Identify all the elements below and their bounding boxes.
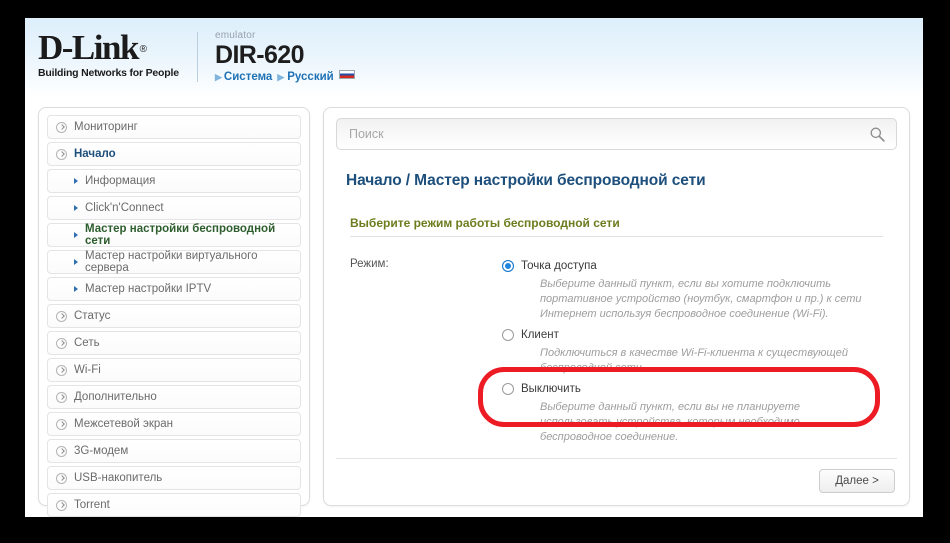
circle-chevron-icon: [56, 337, 67, 349]
triangle-right-icon: [74, 286, 78, 292]
sidebar-item-advanced[interactable]: Дополнительно: [47, 385, 301, 409]
content-panel: Поиск Начало / Мастер настройки беспрово…: [323, 107, 910, 506]
header-divider: [197, 32, 198, 82]
mode-form-row: Режим: Точка доступа Выберите данный пун…: [336, 257, 897, 445]
link-language[interactable]: Русский: [287, 71, 333, 83]
circle-chevron-icon: [56, 472, 67, 484]
sidebar-item-label: Torrent: [74, 499, 110, 511]
sidebar-item-label: Статус: [74, 310, 111, 322]
sidebar-item-label: Wi-Fi: [74, 364, 101, 376]
sidebar-item-label: Начало: [74, 148, 116, 160]
circle-chevron-icon: [56, 499, 67, 511]
sidebar-item-label: Мастер настройки IPTV: [85, 283, 212, 295]
option-label: Выключить: [521, 382, 581, 395]
sidebar-item-label: Мониторинг: [74, 121, 138, 133]
option-disable[interactable]: Выключить Выберите данный пункт, если вы…: [502, 380, 897, 445]
circle-chevron-icon: [56, 148, 67, 160]
caret-right-icon-2: ▶: [277, 72, 285, 82]
sidebar-item-label: Межсетевой экран: [74, 418, 174, 430]
sidebar-item-label: Мастер настройки виртуального сервера: [85, 250, 258, 274]
sidebar-item-virtual-server-wizard[interactable]: Мастер настройки виртуального сервера: [47, 250, 301, 274]
link-system[interactable]: Система: [224, 71, 272, 83]
emulator-page: D-Link ® Building Networks for People emu…: [25, 18, 923, 517]
option-label: Точка доступа: [521, 259, 597, 272]
sidebar-item-information[interactable]: Информация: [47, 169, 301, 193]
option-description: Подключиться в качестве Wi-Fi-клиента к …: [540, 347, 848, 374]
option-label: Клиент: [521, 328, 559, 341]
page-header: D-Link ® Building Networks for People emu…: [25, 18, 923, 96]
footer-divider: [336, 458, 897, 459]
sidebar-item-monitoring[interactable]: Мониторинг: [47, 115, 301, 139]
sidebar-item-label: Сеть: [74, 337, 100, 349]
header-links: ▶ Система ▶ Русский: [215, 70, 355, 84]
model-name: DIR-620: [215, 41, 305, 69]
circle-chevron-icon: [56, 391, 67, 403]
sidebar-item-wireless-wizard[interactable]: Мастер настройки беспроводной сети: [47, 223, 301, 247]
option-description: Выберите данный пункт, если вы не планир…: [540, 401, 801, 443]
dlink-wordmark: D-Link ®: [38, 28, 147, 67]
triangle-right-icon: [74, 205, 78, 211]
dlink-wordmark-text: D-Link: [38, 28, 139, 67]
search-icon[interactable]: [869, 126, 886, 143]
sidebar-item-label: Мастер настройки беспроводной сети: [85, 223, 276, 247]
registered-trademark-icon: ®: [139, 44, 147, 55]
sidebar-item-label: Дополнительно: [74, 391, 157, 403]
radio-access-point[interactable]: [502, 259, 514, 272]
caret-right-icon: ▶: [215, 72, 222, 82]
sidebar-item-iptv-wizard[interactable]: Мастер настройки IPTV: [47, 277, 301, 301]
sidebar-item-firewall[interactable]: Межсетевой экран: [47, 412, 301, 436]
sidebar-item-network[interactable]: Сеть: [47, 331, 301, 355]
mode-radio-group: Точка доступа Выберите данный пункт, есл…: [502, 257, 897, 445]
radio-client[interactable]: [502, 328, 514, 341]
circle-chevron-icon: [56, 121, 67, 133]
sidebar-item-status[interactable]: Статус: [47, 304, 301, 328]
dlink-tagline: Building Networks for People: [38, 67, 179, 79]
sidebar-item-label: Click'n'Connect: [85, 202, 164, 214]
circle-chevron-icon: [56, 418, 67, 430]
model-block: emulator DIR-620 ▶ Система ▶ Русский: [215, 30, 355, 84]
search-input[interactable]: Поиск: [336, 118, 897, 150]
option-access-point[interactable]: Точка доступа Выберите данный пункт, есл…: [502, 257, 897, 322]
next-button[interactable]: Далее >: [819, 469, 895, 493]
page-body: Мониторинг Начало Информация Click'n'Con…: [25, 96, 923, 517]
dlink-logo[interactable]: D-Link ® Building Networks for People: [38, 28, 190, 80]
circle-chevron-icon: [56, 364, 67, 376]
sidebar-item-label: 3G-модем: [74, 445, 129, 457]
section-divider: [350, 236, 883, 237]
sidebar-item-3g-modem[interactable]: 3G-модем: [47, 439, 301, 463]
triangle-right-icon: [74, 259, 78, 265]
search-placeholder: Поиск: [349, 127, 384, 141]
sidebar-item-label: USB-накопитель: [74, 472, 163, 484]
triangle-right-icon: [74, 232, 78, 238]
page-title: Начало / Мастер настройки беспроводной с…: [346, 172, 706, 189]
sidebar-item-home[interactable]: Начало: [47, 142, 301, 166]
radio-disable[interactable]: [502, 382, 514, 395]
russia-flag-icon: [338, 70, 355, 79]
sidebar-item-torrent[interactable]: Torrent: [47, 493, 301, 517]
option-client[interactable]: Клиент Подключиться в качестве Wi-Fi-кли…: [502, 326, 897, 376]
sidebar-nav: Мониторинг Начало Информация Click'n'Con…: [38, 107, 310, 517]
sidebar-item-usb-storage[interactable]: USB-накопитель: [47, 466, 301, 490]
section-header: Выберите режим работы беспроводной сети: [350, 216, 620, 230]
option-description: Выберите данный пункт, если вы хотите по…: [540, 278, 862, 320]
triangle-right-icon: [74, 178, 78, 184]
mode-field-label: Режим:: [350, 258, 389, 270]
sidebar-item-label: Информация: [85, 175, 156, 187]
sidebar-item-wifi[interactable]: Wi-Fi: [47, 358, 301, 382]
sidebar-item-clicknconnect[interactable]: Click'n'Connect: [47, 196, 301, 220]
circle-chevron-icon: [56, 445, 67, 457]
circle-chevron-icon: [56, 310, 67, 322]
